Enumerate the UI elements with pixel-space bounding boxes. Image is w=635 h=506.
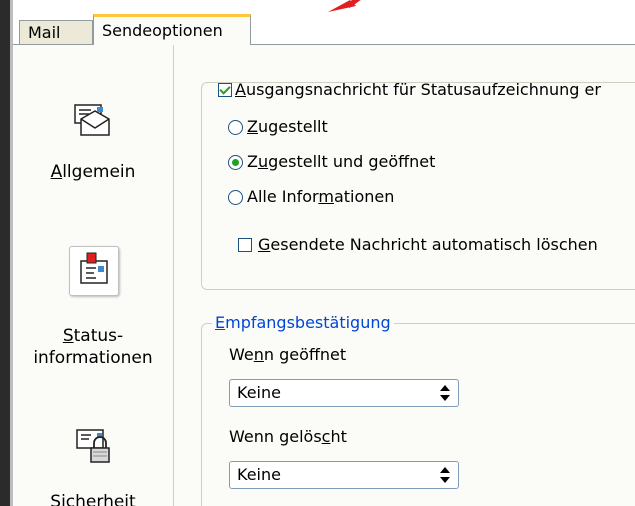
when-deleted-value: Keine xyxy=(237,465,281,484)
tab-mail-label: Mail xyxy=(28,23,61,42)
radio-delivered[interactable] xyxy=(228,120,243,135)
status-icon-frame xyxy=(69,246,119,296)
options-dialog: Mail Sendeoptionen Allgemein Status- inf… xyxy=(0,0,635,506)
tab-mail[interactable]: Mail xyxy=(19,20,93,44)
when-opened-label: Wenn geöffnet xyxy=(229,345,347,364)
tab-sendeoptionen[interactable]: Sendeoptionen xyxy=(93,14,251,45)
options-nav: Allgemein Status- informationen Sicherhe… xyxy=(13,45,174,506)
tab-bar: Mail Sendeoptionen xyxy=(13,12,635,45)
radio-all-info[interactable] xyxy=(228,190,243,205)
mailbox-flag-icon xyxy=(80,252,108,284)
open-envelope-icon xyxy=(74,104,110,136)
envelope-lock-icon xyxy=(76,429,110,463)
auto-delete-label: Gesendete Nachricht automatisch löschen xyxy=(258,235,598,254)
receipt-group-legend: Empfangsbestätigung xyxy=(212,312,394,334)
window-edge xyxy=(0,0,10,506)
radio-delivered-opened[interactable] xyxy=(228,155,243,170)
status-tracking-checkbox[interactable] xyxy=(218,83,232,97)
nav-item-general-label: Allgemein xyxy=(50,162,136,182)
spinner-arrows-icon xyxy=(440,467,450,483)
nav-item-status-label-line2: informationen xyxy=(33,348,153,368)
nav-item-security-label: Sicherheit xyxy=(50,492,136,506)
when-opened-select[interactable]: Keine xyxy=(229,379,459,407)
when-deleted-label: Wenn gelöscht xyxy=(229,427,347,446)
radio-delivered-opened-label: Zugestellt und geöffnet xyxy=(247,152,436,171)
when-opened-value: Keine xyxy=(237,383,281,402)
tab-sendeoptionen-label: Sendeoptionen xyxy=(102,21,223,40)
spinner-arrows-icon xyxy=(440,385,450,401)
auto-delete-checkbox[interactable] xyxy=(238,238,252,252)
radio-all-info-label: Alle Informationen xyxy=(247,187,395,206)
nav-item-status-label: Status- xyxy=(62,326,124,346)
when-deleted-select[interactable]: Keine xyxy=(229,461,459,489)
status-tracking-label: Ausgangsnachricht für Statusaufzeichnung… xyxy=(235,80,601,99)
radio-delivered-label: Zugestellt xyxy=(247,117,328,136)
